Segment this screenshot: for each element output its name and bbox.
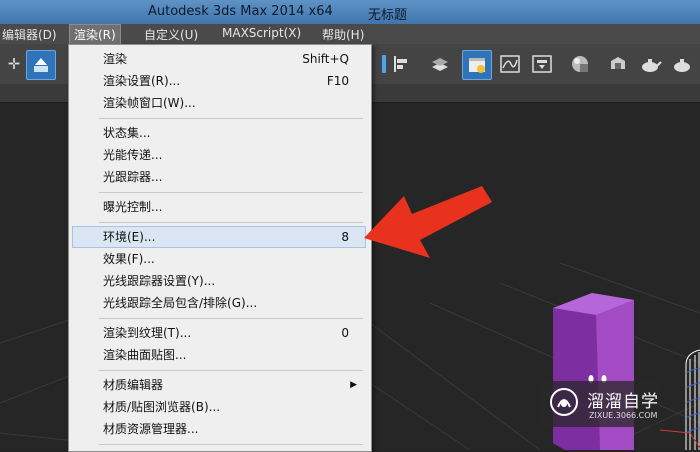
menu-help[interactable]: 帮助(H) xyxy=(320,26,366,43)
schematic-view-icon[interactable] xyxy=(528,50,556,78)
menu-item-render[interactable]: 渲染 Shift+Q xyxy=(73,49,365,69)
menu-item-raytrace-include-exclude[interactable]: 光线跟踪全局包含/排除(G)... xyxy=(73,293,365,313)
menu-item-material-editor[interactable]: 材质编辑器 ▶ xyxy=(73,375,365,395)
menu-separator xyxy=(99,118,363,119)
menu-separator xyxy=(99,192,363,193)
menu-item-light-tracer[interactable]: 光跟踪器... xyxy=(73,167,365,187)
layer-manager-icon[interactable] xyxy=(426,50,454,78)
menu-item-effects[interactable]: 效果(F)... xyxy=(73,249,365,269)
material-editor-icon[interactable] xyxy=(566,50,594,78)
render-setup-icon[interactable] xyxy=(604,50,632,78)
menu-customize[interactable]: 自定义(U) xyxy=(142,26,200,43)
submenu-arrow-icon: ▶ xyxy=(350,380,357,390)
menu-item-exposure-control[interactable]: 曝光控制... xyxy=(73,197,365,217)
menu-item-raytracer-settings[interactable]: 光线跟踪器设置(Y)... xyxy=(73,271,365,291)
menu-item-radiosity[interactable]: 光能传递... xyxy=(73,145,365,165)
quick-render-icon[interactable] xyxy=(668,50,696,78)
watermark: 溜溜自学 ZIXUE.3066.COM xyxy=(541,381,659,427)
render-menu: 渲染 Shift+Q 渲染设置(R)... F10 渲染帧窗口(W)... 状态… xyxy=(68,44,372,452)
watermark-url: ZIXUE.3066.COM xyxy=(589,411,658,420)
render-teapot-icon[interactable] xyxy=(636,50,664,78)
menu-bar: 编辑器(D) 渲染(R) 自定义(U) MAXScript(X) 帮助(H) xyxy=(0,24,700,45)
select-and-link-icon[interactable] xyxy=(26,50,56,80)
menu-item-material-map-browser[interactable]: 材质/贴图浏览器(B)... xyxy=(73,397,365,417)
menu-separator xyxy=(99,222,363,223)
scene-explorer-icon[interactable] xyxy=(462,50,492,80)
move-icon[interactable]: ✛ xyxy=(0,50,28,78)
menu-maxscript[interactable]: MAXScript(X) xyxy=(220,26,303,40)
menu-item-material-explorer[interactable]: 材质资源管理器... xyxy=(73,419,365,439)
window-title: Autodesk 3ds Max 2014 x64 xyxy=(148,4,333,19)
align-icon[interactable] xyxy=(388,50,416,78)
menu-item-render-surface-map[interactable]: 渲染曲面贴图... xyxy=(73,345,365,365)
menu-item-state-sets[interactable]: 状态集... xyxy=(73,123,365,143)
menu-item-render-setup[interactable]: 渲染设置(R)... F10 xyxy=(73,71,365,91)
menu-separator xyxy=(99,444,363,445)
document-title: 无标题 xyxy=(368,8,408,23)
menu-item-rendered-frame-window[interactable]: 渲染帧窗口(W)... xyxy=(73,93,365,113)
menu-item-environment[interactable]: 环境(E)... 8 xyxy=(72,226,366,248)
watermark-name: 溜溜自学 xyxy=(587,392,659,412)
menu-editors[interactable]: 编辑器(D) xyxy=(0,26,59,43)
watermark-logo-icon xyxy=(550,388,578,416)
curve-editor-icon[interactable] xyxy=(496,50,524,78)
menu-separator xyxy=(99,370,363,371)
menu-render[interactable]: 渲染(R) xyxy=(69,24,121,45)
menu-separator xyxy=(99,318,363,319)
title-bar: Autodesk 3ds Max 2014 x64 无标题 xyxy=(0,0,700,24)
menu-item-render-to-texture[interactable]: 渲染到纹理(T)... 0 xyxy=(73,323,365,343)
